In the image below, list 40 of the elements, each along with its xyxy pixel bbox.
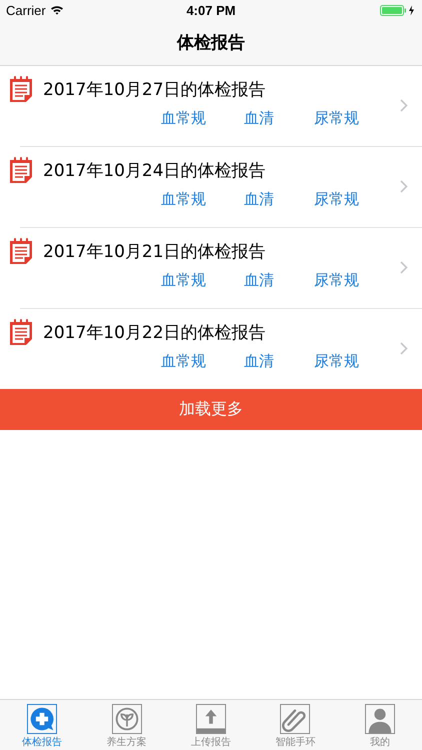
tab-item[interactable]: 养生方案 (84, 700, 169, 750)
tab-item[interactable]: 体检报告 (0, 700, 84, 750)
upload-icon (195, 704, 228, 734)
chevron-icon (400, 342, 408, 354)
page-title: 体检报告 (177, 32, 245, 54)
tab-item[interactable]: 智能手环 (253, 700, 338, 750)
report-title[interactable]: 2017年10月22日的体检报告 (43, 321, 266, 344)
report-title[interactable]: 2017年10月24日的体检报告 (43, 159, 266, 182)
notepad-icon (9, 76, 33, 103)
plus-icon (26, 704, 58, 734)
tab-item[interactable]: 我的 (338, 700, 422, 750)
report-title[interactable]: 2017年10月27日的体检报告 (43, 78, 266, 101)
report-link[interactable]: 尿常规 (314, 109, 359, 128)
report-link[interactable]: 血清 (244, 190, 274, 209)
report-link[interactable]: 血清 (244, 271, 274, 290)
report-link[interactable]: 血常规 (161, 352, 206, 371)
load-more-button[interactable]: 加载更多 (0, 389, 422, 430)
report-link[interactable]: 血清 (244, 352, 274, 371)
chevron-icon (400, 180, 408, 192)
report-link[interactable]: 血常规 (161, 109, 206, 128)
paperclip-icon (279, 704, 312, 734)
battery-icon (380, 4, 416, 16)
report-title[interactable]: 2017年10月21日的体检报告 (43, 240, 266, 263)
report-link[interactable]: 血清 (244, 109, 274, 128)
notepad-icon (9, 319, 33, 346)
person-icon (364, 704, 396, 734)
clock-time: 4:07 PM (186, 2, 236, 18)
carrier-label: Carrier (6, 2, 46, 18)
leaf-icon (110, 704, 143, 734)
report-link[interactable]: 尿常规 (314, 190, 359, 209)
chevron-icon (400, 98, 408, 112)
report-link[interactable]: 尿常规 (314, 352, 359, 371)
notepad-icon (9, 238, 33, 265)
notepad-icon (9, 157, 33, 184)
wifi-icon (50, 5, 64, 15)
report-link[interactable]: 尿常规 (314, 271, 359, 290)
report-link[interactable]: 血常规 (161, 271, 206, 290)
chevron-icon (400, 260, 408, 274)
report-link[interactable]: 血常规 (161, 190, 206, 209)
tab-item[interactable]: 上传报告 (168, 700, 254, 750)
